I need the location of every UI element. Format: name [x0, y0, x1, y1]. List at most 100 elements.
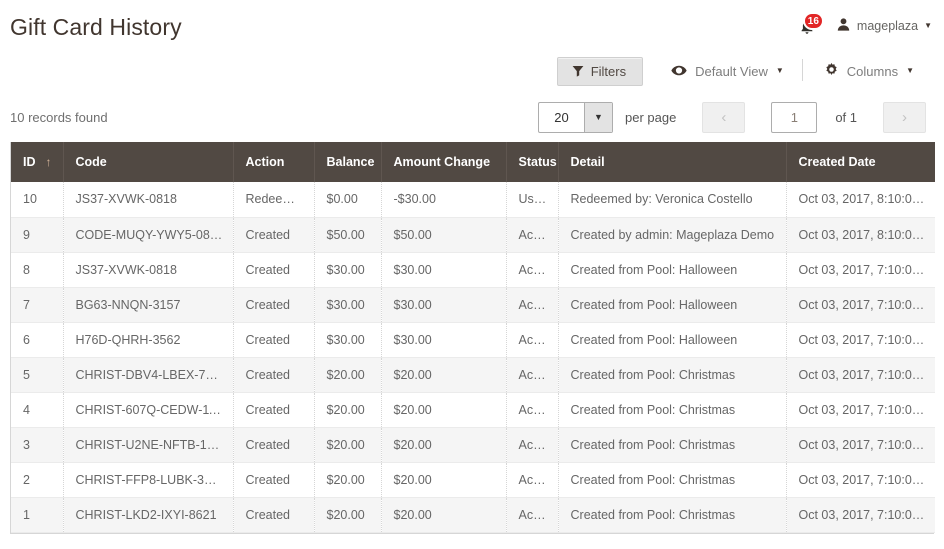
table-row[interactable]: 6 H76D-QHRH-3562 Created $30.00 $30.00 Active… [11, 322, 935, 358]
per-page-label: per page [624, 109, 677, 125]
table-row[interactable]: 8 JS37-XVWK-0818 Created $30.00 $30.00 Active… [11, 252, 935, 288]
notification-count-badge: 16 [802, 12, 824, 30]
column-header-detail[interactable]: Detail [557, 142, 787, 182]
cell-amount-change: $30.00 [381, 252, 507, 288]
cell-amount-change: $20.00 [381, 497, 507, 533]
notifications-bell[interactable]: 16 [792, 12, 824, 39]
cell-id: 10 [11, 182, 64, 218]
table-row[interactable]: 9 CODE-MUQY-YWY5-0800 Created $50.00 $50.00 A… [11, 217, 935, 253]
user-menu[interactable]: mageplaza ▼ [836, 17, 932, 35]
cell-detail: Created from Pool: Christmas [558, 497, 787, 533]
chevron-down-icon: ▼ [906, 66, 914, 75]
previous-page-button[interactable]: ‹ [702, 101, 746, 133]
page-title: Gift Card History [10, 13, 182, 40]
columns-dropdown[interactable]: Columns ▼ [801, 56, 926, 86]
gear-icon [824, 62, 839, 80]
cell-id: 5 [11, 357, 64, 393]
cell-created-date: Oct 03, 2017, 8:10:00 AM [786, 217, 935, 253]
cell-amount-change: $20.00 [381, 427, 507, 463]
cell-created-date: Oct 03, 2017, 7:10:00 AM [786, 287, 935, 323]
cell-created-date: Oct 03, 2017, 7:10:00 AM [786, 392, 935, 428]
table-row[interactable]: 10 JS37-XVWK-0818 Redeemed $0.00 -$30.00 Used… [11, 182, 935, 218]
chevron-left-icon: ‹ [721, 108, 727, 126]
cell-detail: Created from Pool: Christmas [558, 357, 787, 393]
cell-balance: $20.00 [314, 357, 382, 393]
cell-balance: $30.00 [314, 322, 382, 358]
cell-status: Active [506, 287, 559, 323]
cell-code: BG63-NNQN-3157 [63, 287, 234, 323]
cell-action: Created [233, 287, 315, 323]
default-view-dropdown[interactable]: Default View ▼ [659, 58, 796, 85]
cell-detail: Created from Pool: Halloween [558, 287, 787, 323]
eye-icon [671, 64, 687, 79]
table-body: 10 JS37-XVWK-0818 Redeemed $0.00 -$30.00 Used… [11, 182, 935, 533]
records-found-label: 10 records found [10, 109, 108, 125]
cell-id: 1 [11, 497, 64, 533]
chevron-down-icon: ▼ [775, 66, 784, 75]
page-number-input[interactable] [771, 101, 818, 133]
cell-status: Active [506, 392, 559, 428]
chevron-right-icon: › [902, 108, 907, 126]
cell-created-date: Oct 03, 2017, 7:10:00 AM [786, 357, 935, 393]
per-page-caret-button[interactable]: ▼ [583, 102, 612, 132]
table-header-row: ID ↑ Code Action Balance Amount Change St… [11, 142, 935, 182]
cell-balance: $0.00 [314, 182, 382, 218]
columns-label: Columns [846, 63, 899, 79]
cell-status: Active [506, 462, 559, 498]
cell-balance: $30.00 [314, 252, 382, 288]
column-header-amount-change[interactable]: Amount Change [380, 142, 507, 182]
cell-amount-change: $20.00 [381, 392, 507, 428]
per-page-select[interactable]: 20 ▼ [537, 101, 613, 133]
cell-code: CHRIST-LKD2-IXYI-8621 [63, 497, 234, 533]
cell-action: Created [233, 462, 315, 498]
user-icon [836, 17, 851, 35]
cell-status: Used [506, 182, 559, 218]
cell-detail: Created from Pool: Christmas [558, 392, 787, 428]
cell-action: Created [233, 357, 315, 393]
cell-id: 8 [11, 252, 64, 288]
table-header: ID ↑ Code Action Balance Amount Change St… [11, 142, 935, 182]
column-header-action[interactable]: Action [232, 142, 315, 182]
table-row[interactable]: 2 CHRIST-FFP8-LUBK-3684 Created $20.00 $20.0… [11, 462, 935, 498]
cell-detail: Redeemed by: Veronica Costello [558, 182, 787, 218]
table-row[interactable]: 5 CHRIST-DBV4-LBEX-7778 Created $20.00 $20.0… [11, 357, 935, 393]
page-header: Gift Card History 16 mageplaza ▼ [0, 0, 944, 50]
column-header-code[interactable]: Code [62, 142, 234, 182]
cell-balance: $20.00 [314, 497, 382, 533]
grid-container: ID ↑ Code Action Balance Amount Change St… [0, 142, 944, 534]
filters-button-label: Filters [590, 63, 627, 79]
column-header-balance[interactable]: Balance [313, 142, 382, 182]
column-header-created-date[interactable]: Created Date [785, 142, 935, 182]
cell-amount-change: $30.00 [381, 322, 507, 358]
cell-balance: $30.00 [314, 287, 382, 323]
table-row[interactable]: 3 CHRIST-U2NE-NFTB-1410 Created $20.00 $20.0… [11, 427, 935, 463]
cell-amount-change: $20.00 [381, 462, 507, 498]
filters-button[interactable]: Filters [556, 56, 644, 86]
cell-created-date: Oct 03, 2017, 7:10:00 AM [786, 322, 935, 358]
cell-balance: $20.00 [314, 427, 382, 463]
column-header-id[interactable]: ID ↑ [11, 142, 64, 182]
cell-detail: Created from Pool: Halloween [558, 322, 787, 358]
table-row[interactable]: 4 CHRIST-607Q-CEDW-1176 Created $20.00 $20.0… [11, 392, 935, 428]
cell-code: CHRIST-607Q-CEDW-1176 [63, 392, 234, 428]
table-row[interactable]: 7 BG63-NNQN-3157 Created $30.00 $30.00 Active… [11, 287, 935, 323]
column-header-id-label: ID [23, 155, 36, 169]
cell-id: 6 [11, 322, 64, 358]
cell-action: Created [233, 322, 315, 358]
column-header-status[interactable]: Status [505, 142, 559, 182]
grid-records-bar: 10 records found 20 ▼ per page ‹ of 1 › [0, 92, 944, 142]
cell-action: Created [233, 427, 315, 463]
table-row[interactable]: 1 CHRIST-LKD2-IXYI-8621 Created $20.00 $20.0… [11, 497, 935, 533]
sort-ascending-icon: ↑ [45, 155, 52, 169]
next-page-button[interactable]: › [883, 101, 926, 133]
cell-status: Active [506, 217, 559, 253]
page-total-label: of 1 [835, 109, 857, 125]
cell-id: 3 [11, 427, 64, 463]
cell-created-date: Oct 03, 2017, 7:10:00 AM [786, 497, 935, 533]
cell-action: Created [233, 497, 315, 533]
cell-balance: $20.00 [314, 462, 382, 498]
cell-status: Active [506, 252, 559, 288]
cell-detail: Created from Pool: Halloween [558, 252, 787, 288]
per-page-value: 20 [554, 109, 569, 125]
cell-code: CODE-MUQY-YWY5-0800 [63, 217, 234, 253]
